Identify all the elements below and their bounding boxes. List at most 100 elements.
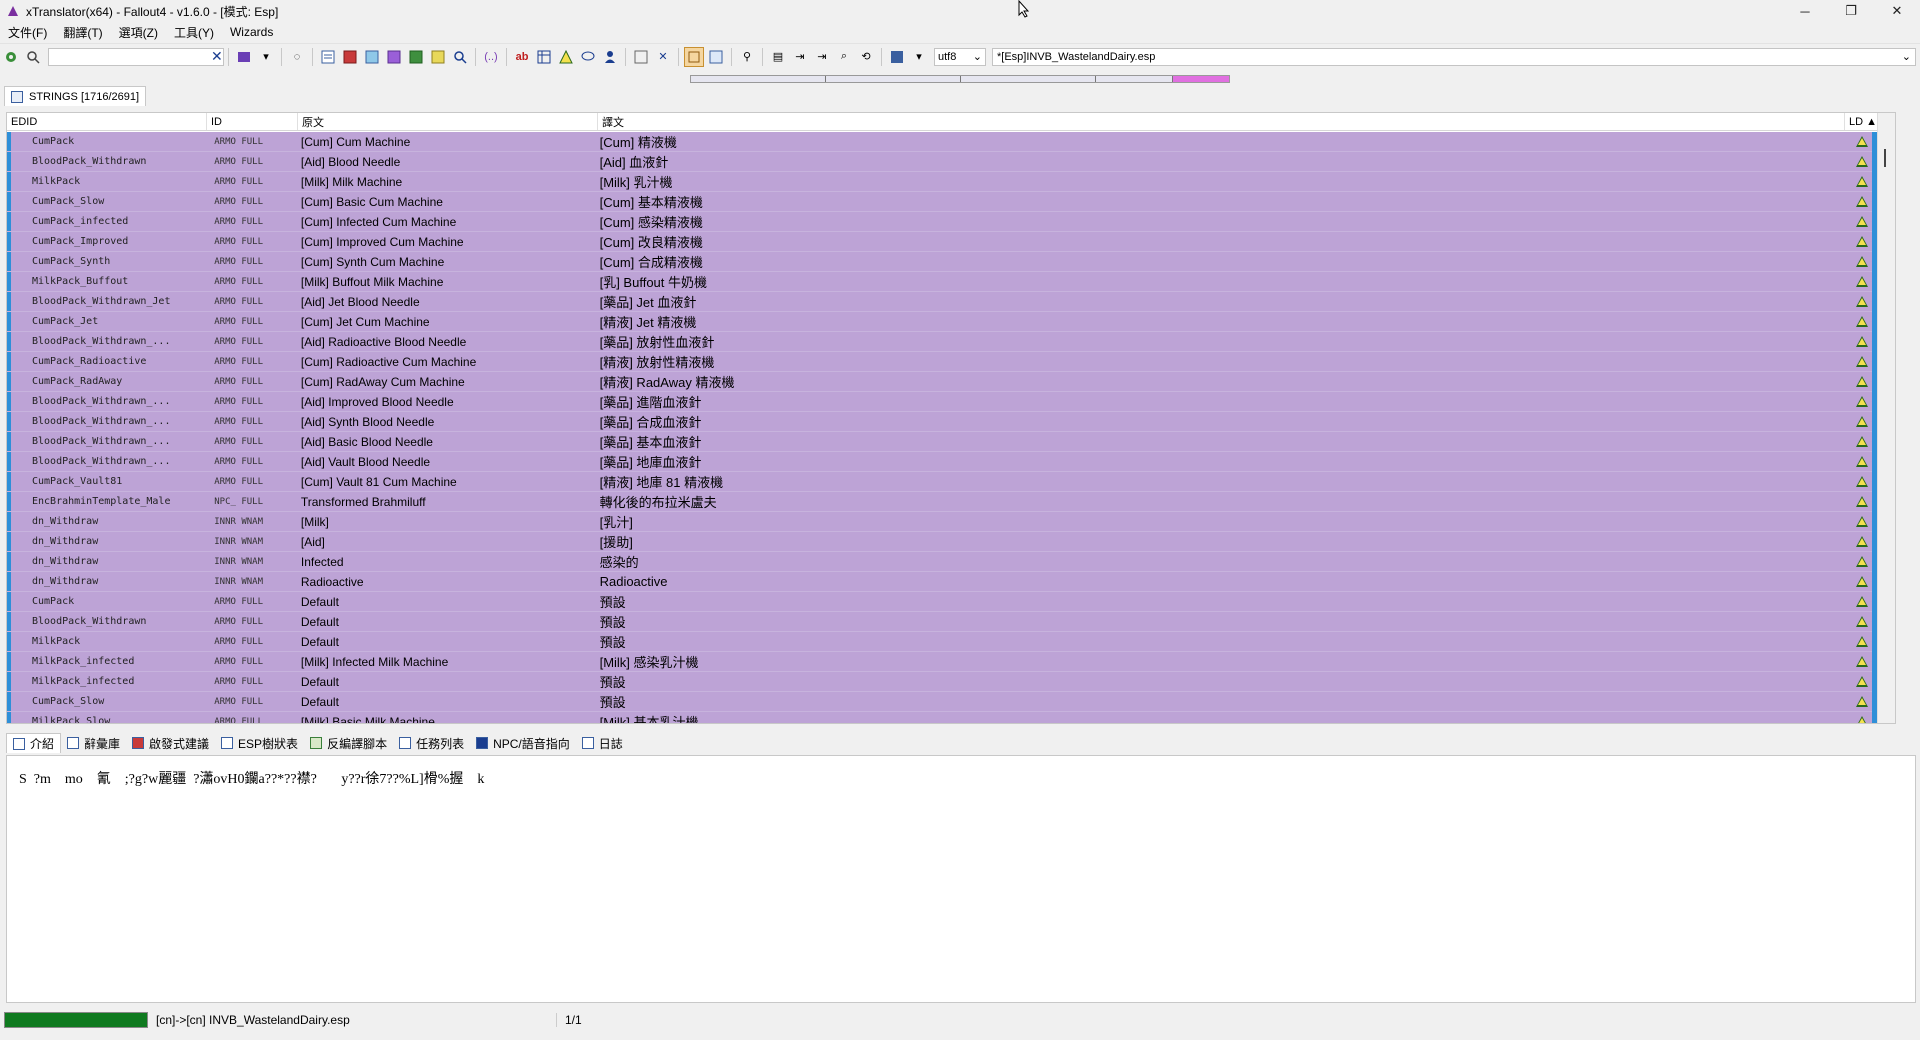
find-icon[interactable] [450,47,470,67]
layout-orange-icon[interactable] [684,46,704,67]
column-translation[interactable]: 譯文 [598,113,1845,130]
tab-vocabulary[interactable]: 辭彙庫 [61,733,126,753]
pin-icon[interactable]: ⚲ [737,47,757,67]
close-button[interactable]: ✕ [1874,0,1920,22]
warning-icon[interactable] [556,47,576,67]
table-row[interactable]: CumPack_Slow ARMO FULL [Cum] Basic Cum Mac… [7,192,1887,212]
encoding-select[interactable]: utf8 ⌄ [934,47,986,66]
tab-strings[interactable]: STRINGS [1716/2691] [4,86,147,106]
table-row[interactable]: CumPack_Radioactive ARMO FULL [Cum] Radioa… [7,352,1887,372]
table-row[interactable]: BloodPack_Withdrawn ARMO FULL Default 預設 [7,612,1887,632]
cell-translation: 感染的 [599,555,639,570]
grid-icon[interactable] [631,47,651,67]
table-row[interactable]: BloodPack_Withdrawn_Jet ARMO FULL [Aid] Je… [7,292,1887,312]
menu-options[interactable]: 選項(Z) [111,24,166,41]
column-id[interactable]: ID [207,113,298,130]
table-row[interactable]: CumPack_Slow ARMO FULL Default 預設 [7,692,1887,712]
search-settings-icon[interactable] [23,47,43,67]
minimize-button[interactable]: ─ [1782,0,1828,22]
tab-heuristics[interactable]: 啟發式建議 [126,733,215,753]
list-blue-icon[interactable] [318,47,338,67]
clear-icon[interactable]: ✕ [653,47,673,67]
list-green-icon[interactable] [406,47,426,67]
search-input[interactable] [52,49,207,64]
cell-translation: [藥品] 地庫血液針 [599,455,702,470]
table-row[interactable]: dn_Withdraw INNR WNAM [Milk] [乳汁] [7,512,1887,532]
table-row[interactable]: CumPack_Synth ARMO FULL [Cum] Synth Cum Ma… [7,252,1887,272]
search-field[interactable]: ✕ [48,47,224,66]
grid-scrollbar[interactable] [1877,113,1895,723]
table-row[interactable]: dn_Withdraw INNR WNAM Infected 感染的 [7,552,1887,572]
list-violet-icon[interactable] [384,47,404,67]
bracket-icon[interactable]: (..) [481,47,501,67]
export-all-icon[interactable]: ⇥ [812,47,832,67]
menu-file[interactable]: 文件(F) [0,24,55,41]
image-dropdown-icon[interactable]: ▾ [909,47,929,67]
tab-npc-voice[interactable]: NPC/語音指向 [470,733,576,753]
warning-icon [1856,676,1869,687]
tab-decompile[interactable]: 反編譯腳本 [304,733,393,753]
table-row[interactable]: CumPack_Jet ARMO FULL [Cum] Jet Cum Machin… [7,312,1887,332]
tab-esp-tree[interactable]: ESP樹狀表 [215,733,304,753]
comment-icon[interactable] [578,47,598,67]
list-cyan-icon[interactable] [362,47,382,67]
gear-green-icon[interactable] [1,47,21,67]
menu-bar: 文件(F) 翻譯(T) 選項(Z) 工具(Y) Wizards [0,22,1920,42]
dropdown-arrow-icon[interactable]: ▾ [256,47,276,67]
cell-id: ARMO FULL [214,256,264,267]
warning-icon [1856,656,1869,667]
table-row[interactable]: MilkPack_Slow ARMO FULL [Milk] Basic Milk … [7,712,1887,723]
table-row[interactable]: MilkPack ARMO FULL Default 預設 [7,632,1887,652]
table-row[interactable]: MilkPack_Buffout ARMO FULL [Milk] Buffout … [7,272,1887,292]
tab-log[interactable]: 日誌 [576,733,629,753]
export-icon[interactable]: ⇥ [790,47,810,67]
search-lib-icon[interactable]: ⌕ [834,47,854,67]
list-yellow-icon[interactable] [428,47,448,67]
table-row[interactable]: MilkPack ARMO FULL [Milk] Milk Machine [Mil… [7,172,1887,192]
table-row[interactable]: BloodPack_Withdrawn_... ARMO FULL [Aid] Ba… [7,432,1887,452]
table-row[interactable]: BloodPack_Withdrawn_... ARMO FULL [Aid] Ra… [7,332,1887,352]
table-icon[interactable] [534,47,554,67]
cell-source: [Aid] Radioactive Blood Needle [300,334,467,349]
table-row[interactable]: MilkPack_infected ARMO FULL Default 預設 [7,672,1887,692]
column-edid[interactable]: EDID [7,113,207,130]
table-row[interactable]: CumPack ARMO FULL [Cum] Cum Machine [Cum] 精… [7,132,1887,152]
link-icon[interactable]: ⟲ [856,47,876,67]
image-icon[interactable] [887,47,907,67]
cell-id: ARMO FULL [214,336,264,347]
table-row[interactable]: CumPack_Vault81 ARMO FULL [Cum] Vault 81 C… [7,472,1887,492]
file-select[interactable]: *[Esp]INVB_WastelandDairy.esp ⌄ [992,47,1916,66]
list-red-icon[interactable] [340,47,360,67]
table-row[interactable]: dn_Withdraw INNR WNAM [Aid] [援助] [7,532,1887,552]
menu-translate[interactable]: 翻譯(T) [55,24,110,41]
detail-pane[interactable]: S ?m mo 氰 ;?g?w麗疆 ?瀟ovH0鑭a??*??襟? y??r徐7… [6,755,1916,1003]
table-row[interactable]: CumPack_infected ARMO FULL [Cum] Infected … [7,212,1887,232]
table-row[interactable]: CumPack ARMO FULL Default 預設 [7,592,1887,612]
user-icon[interactable] [600,47,620,67]
table-row[interactable]: BloodPack_Withdrawn_... ARMO FULL [Aid] Im… [7,392,1887,412]
menu-wizards[interactable]: Wizards [222,25,281,39]
tab-quests[interactable]: 任務列表 [393,733,470,753]
menu-tools[interactable]: 工具(Y) [166,24,222,41]
refresh-icon[interactable]: ◌ [287,47,307,67]
import-icon[interactable]: ▤ [768,47,788,67]
maximize-button[interactable]: ❐ [1828,0,1874,22]
clear-search-icon[interactable]: ✕ [211,48,223,65]
table-row[interactable]: EncBrahminTemplate_Male NPC_ FULL Transfor… [7,492,1887,512]
table-row[interactable]: BloodPack_Withdrawn ARMO FULL [Aid] Blood … [7,152,1887,172]
table-row[interactable]: MilkPack_infected ARMO FULL [Milk] Infecte… [7,652,1887,672]
cell-source: [Milk] Buffout Milk Machine [300,274,444,289]
table-row[interactable]: dn_Withdraw INNR WNAM Radioactive Radioacti… [7,572,1887,592]
warning-icon [1856,156,1869,167]
table-row[interactable]: CumPack_Improved ARMO FULL [Cum] Improved … [7,232,1887,252]
cell-edid: BloodPack_Withdrawn [32,616,147,627]
layout-blue-icon[interactable] [706,47,726,67]
table-row[interactable]: BloodPack_Withdrawn_... ARMO FULL [Aid] Va… [7,452,1887,472]
spellcheck-icon[interactable]: ab [512,47,532,67]
table-row[interactable]: BloodPack_Withdrawn_... ARMO FULL [Aid] Sy… [7,412,1887,432]
cell-id: INNR WNAM [214,556,264,567]
table-row[interactable]: CumPack_RadAway ARMO FULL [Cum] RadAway Cu… [7,372,1887,392]
column-source[interactable]: 原文 [298,113,598,130]
filter-purple-icon[interactable] [234,47,254,67]
tab-intro[interactable]: 介紹 [6,733,62,753]
